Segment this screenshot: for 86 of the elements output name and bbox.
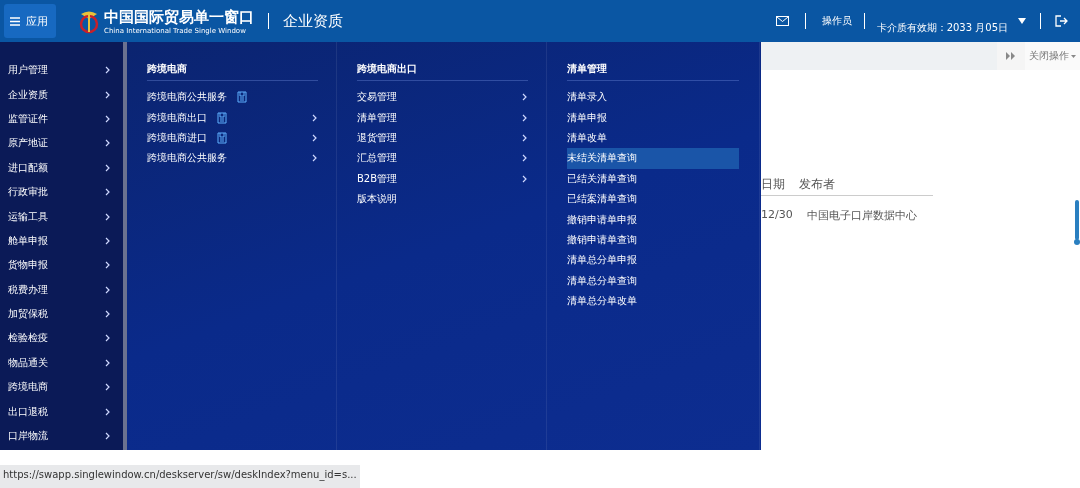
menu-item[interactable]: 已结关清单查询 [567, 168, 739, 189]
column-header: 发布者 [799, 176, 835, 193]
sidebar-item[interactable]: 行政审批 [0, 179, 123, 205]
mail-icon[interactable] [775, 16, 789, 26]
sidebar-item[interactable]: 舱单申报 [0, 228, 123, 254]
menu-item[interactable]: 清单总分单查询 [567, 270, 739, 291]
menu-item[interactable]: 已结案清单查询 [567, 188, 739, 210]
card-expiry: 卡介质有效期：2033 月05日 [876, 21, 1008, 35]
sidebar-item[interactable]: 进口配额 [0, 155, 123, 180]
chevron-right-icon [105, 358, 111, 367]
menu-heading: 跨境电商 [147, 62, 318, 81]
logout-icon[interactable] [1055, 15, 1068, 27]
chevron-right-icon [522, 133, 528, 142]
double-chevron-icon [1006, 52, 1016, 60]
chevron-right-icon [105, 236, 111, 245]
chevron-right-icon [105, 383, 111, 392]
status-url: https://swapp.singlewindow.cn/deskserver/sw/deskIndex?menu_id=s... [0, 465, 360, 488]
chevron-right-icon [105, 163, 111, 172]
menu-item[interactable]: 跨境电商公共服务 [147, 87, 318, 108]
sidebar-item[interactable]: 物品通关 [0, 350, 123, 376]
menu-item[interactable]: B2B管理 [357, 168, 528, 189]
sidebar-item[interactable]: 加贸保税 [0, 301, 123, 327]
caret-icon [1071, 54, 1076, 58]
chevron-right-icon [522, 174, 528, 183]
sidebar-item[interactable]: 出口退税 [0, 399, 123, 424]
table-cell: 12/30 [761, 208, 793, 223]
chevron-right-icon [522, 113, 528, 122]
menu-item[interactable]: 交易管理 [357, 87, 528, 108]
menu-item[interactable]: 退货管理 [357, 127, 528, 149]
menu-item[interactable]: 撤销申请单申报 [567, 209, 739, 230]
chevron-right-icon [312, 113, 318, 122]
chevron-right-icon [105, 114, 111, 123]
chevron-right-icon [105, 212, 111, 221]
sidebar-item[interactable]: 税费办理 [0, 277, 123, 302]
chevron-right-icon [105, 90, 111, 99]
sidebar-item[interactable]: 检验检疫 [0, 326, 123, 351]
document-icon [217, 131, 227, 144]
chevron-right-icon [105, 188, 111, 197]
chevron-right-icon [105, 310, 111, 319]
sidebar-item[interactable]: 运输工具 [0, 204, 123, 229]
chevron-right-icon [105, 432, 111, 441]
close-menu-button[interactable]: 关闭操作 [1025, 42, 1080, 70]
page-title: 企业资质 [283, 11, 343, 31]
apps-button[interactable]: 应用 [4, 4, 56, 38]
menu-item[interactable]: 汇总管理 [357, 148, 528, 169]
sidebar-item[interactable]: 跨境电商 [0, 375, 123, 400]
menu-heading: 清单管理 [567, 62, 739, 81]
chevron-right-icon [312, 154, 318, 163]
chevron-right-icon [105, 407, 111, 416]
sidebar-item[interactable]: 企业资质 [0, 82, 123, 107]
chevron-right-icon [312, 133, 318, 142]
menu-item[interactable]: 跨境电商公共服务 [147, 148, 318, 169]
table-cell: 中国电子口岸数据中心 [806, 208, 917, 223]
sidebar-item[interactable]: 原产地证 [0, 131, 123, 156]
chevron-right-icon [522, 93, 528, 102]
chevron-right-icon [105, 261, 111, 270]
document-icon [217, 111, 227, 124]
sidebar-item[interactable]: 口岸物流 [0, 423, 123, 449]
chevron-right-icon [522, 154, 528, 163]
chevron-right-icon [105, 66, 111, 75]
sidebar-item[interactable]: 监管证件 [0, 106, 123, 132]
menu-item[interactable]: 清单总分单改单 [567, 290, 739, 312]
menu-item[interactable]: 跨境电商进口 [147, 127, 318, 149]
logo-title: 中国国际贸易单一窗口 [104, 7, 254, 27]
menu-item[interactable]: 跨境电商出口 [147, 107, 318, 128]
document-icon [237, 91, 247, 104]
chevron-right-icon [105, 334, 111, 343]
menu-item[interactable]: 清单申报 [567, 107, 739, 128]
menu-item[interactable]: 撤销申请单查询 [567, 229, 739, 251]
chevron-right-icon [105, 285, 111, 294]
menu-item[interactable]: 清单改单 [567, 127, 739, 149]
menu-item[interactable]: 清单总分单申报 [567, 250, 739, 271]
scroll-tabs-button[interactable] [997, 42, 1025, 70]
menu-item[interactable]: 清单管理 [357, 107, 528, 128]
menu-item[interactable]: 未结关清单查询 [567, 148, 739, 169]
menu-item[interactable]: 版本说明 [357, 188, 528, 210]
sidebar-item[interactable]: 用户管理 [0, 58, 123, 83]
chevron-right-icon [105, 139, 111, 148]
menu-icon [10, 16, 20, 26]
menu-item[interactable]: 清单录入 [567, 87, 739, 108]
sidebar-item[interactable]: 货物申报 [0, 253, 123, 278]
menu-heading: 跨境电商出口 [357, 62, 528, 81]
column-header: 日期 [761, 176, 785, 193]
dropdown-icon[interactable] [1018, 18, 1026, 24]
user-role: 操作员 [821, 14, 852, 28]
scroll-handle-icon[interactable] [1074, 200, 1080, 246]
